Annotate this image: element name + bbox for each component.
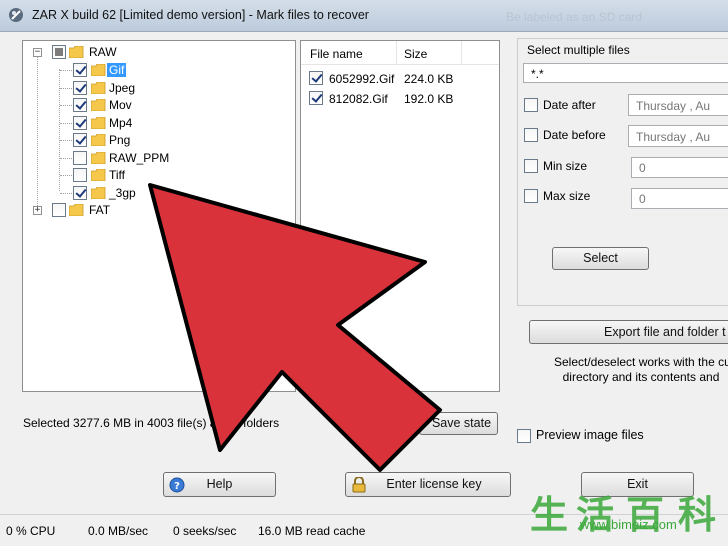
watermark: 生 活 百 科 www.bimeiz.com [530,484,728,537]
red-arrow-annotation [148,183,442,472]
watermark-char: 科 [678,492,717,537]
watermark-char: 生 [530,492,569,537]
watermark-url: www.bimeiz.com [580,517,677,532]
